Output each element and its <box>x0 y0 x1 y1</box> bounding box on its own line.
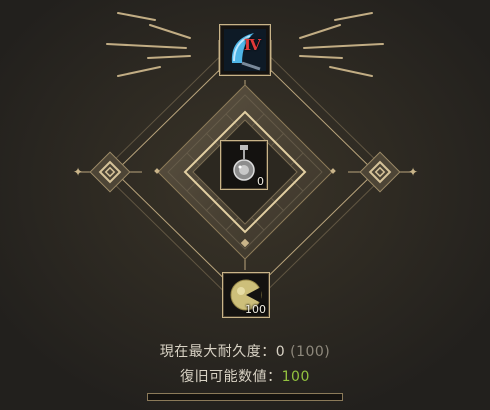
svg-text:✦: ✦ <box>408 165 418 179</box>
memory-slot[interactable]: 0 <box>220 140 268 190</box>
artisans-memory-count: 100 <box>245 303 266 316</box>
durability-progress-bar <box>147 393 343 401</box>
enhance-level-label: Ⅳ <box>244 36 262 54</box>
memory-count: 0 <box>257 175 264 188</box>
recoverable-label: 復旧可能数値： <box>180 369 282 385</box>
current-max-durability-label: 現在最大耐久度： <box>159 344 276 360</box>
current-max-durability-line: 現在最大耐久度：0 (100) <box>0 341 490 361</box>
svg-text:✦: ✦ <box>73 165 83 179</box>
recoverable-value: 100 <box>281 369 310 385</box>
current-max-durability-value: 0 <box>275 344 286 360</box>
artisans-memory-slot[interactable]: 100 <box>222 272 270 318</box>
weapon-slot[interactable]: Ⅳ <box>219 24 271 76</box>
current-max-durability-max: (100) <box>290 344 331 360</box>
recoverable-value-line: 復旧可能数値：100 <box>0 366 490 386</box>
